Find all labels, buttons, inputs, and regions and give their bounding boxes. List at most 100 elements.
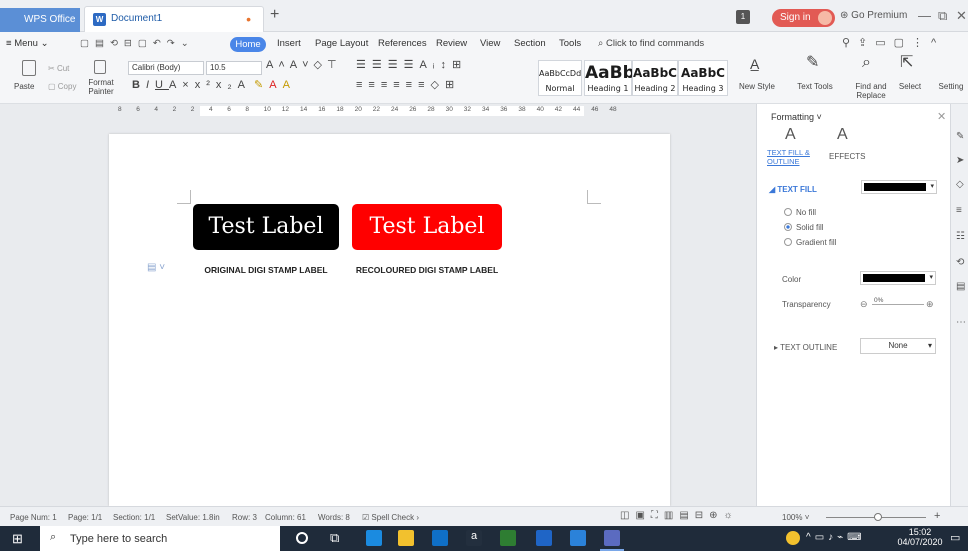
tab-insert[interactable]: Insert (277, 38, 301, 49)
find-replace-icon[interactable]: ⌕ (862, 55, 871, 71)
status-column[interactable]: Column: 61 (265, 513, 306, 522)
format-painter-button[interactable]: Format Painter (86, 78, 116, 96)
transparency-slider-track[interactable] (872, 304, 924, 305)
status-setvalue[interactable]: SetValue: 1.8in (166, 513, 220, 522)
status-row[interactable]: Row: 3 (232, 513, 257, 522)
pen-icon[interactable]: ✎ (956, 132, 966, 142)
tab-references[interactable]: References (378, 38, 427, 49)
settings-button[interactable]: Setting (934, 82, 968, 91)
tab-home[interactable]: Home (230, 37, 266, 52)
no-fill-radio[interactable]: No fill (784, 208, 816, 217)
tab-page-layout[interactable]: Page Layout (315, 38, 368, 49)
status-page-num[interactable]: Page Num: 1 (10, 513, 57, 522)
history-icon[interactable]: ⟲ (956, 258, 966, 268)
text-outline-section[interactable]: ▸ TEXT OUTLINE (774, 343, 837, 352)
cursor-icon[interactable]: ➤ (956, 156, 966, 166)
view-mode-icons[interactable]: ◫▣⛶▥▤⊟⊕☼ (620, 510, 739, 521)
list-icons[interactable]: ☰☰☰☰Aᵢ↕⊞ (356, 60, 467, 71)
paste-button[interactable]: Paste (14, 82, 34, 91)
copy-button[interactable]: ▢ Copy (48, 82, 76, 91)
formatting-icon[interactable]: ☷ (956, 232, 966, 242)
wps-office-tab[interactable]: WPS Office (0, 8, 80, 32)
help-icon[interactable] (786, 531, 800, 545)
store-icon[interactable] (432, 530, 448, 546)
shape-icon[interactable]: ◇ (956, 180, 966, 190)
cut-button[interactable]: ✂ Cut (48, 64, 69, 73)
mail-icon[interactable] (570, 530, 586, 546)
transparency-plus-icon[interactable]: ⊕ (926, 299, 934, 310)
gradient-fill-radio[interactable]: Gradient fill (784, 238, 836, 247)
recoloured-label-box[interactable]: Test Label (352, 204, 502, 250)
zoom-level[interactable]: 100% ˅ (782, 513, 809, 522)
document-page[interactable]: Test Label Test Label ▤ ˅ ORIGINAL DIGI … (109, 134, 670, 506)
status-words[interactable]: Words: 8 (318, 513, 350, 522)
new-style-icon[interactable]: A̲ (750, 57, 759, 71)
quick-access-icons[interactable]: ▢▤⟲⊟▢↶↷⌄ (80, 38, 195, 49)
minimize-icon[interactable]: — (918, 8, 931, 23)
edge-icon[interactable] (366, 530, 382, 546)
toolbar-right-icons[interactable]: ⚲⇪▭▢⋮^ (842, 36, 944, 49)
text-tools-icon[interactable]: ✎ (806, 55, 819, 71)
window-count-badge[interactable]: 1 (736, 10, 750, 24)
tab-section[interactable]: Section (514, 38, 546, 49)
panel-title[interactable]: Formatting ˅ (771, 112, 822, 122)
sign-in-button[interactable]: Sign in (772, 9, 835, 27)
highlight-color-icons[interactable]: ✎AA (254, 80, 296, 91)
document-panel-icon[interactable]: ▤ (956, 282, 966, 292)
close-icon[interactable]: ✕ (956, 8, 967, 24)
font-size-select[interactable]: 10.5 (206, 61, 262, 75)
zoom-slider-thumb[interactable] (874, 513, 882, 521)
align-icon[interactable]: ≡ (956, 206, 966, 216)
status-page[interactable]: Page: 1/1 (68, 513, 102, 522)
style-heading-3[interactable]: AaBbC Heading 3 (678, 60, 728, 96)
game-icon[interactable] (500, 530, 516, 546)
windows-start-icon[interactable]: ⊞ (12, 531, 23, 547)
notifications-icon[interactable]: ▭ (950, 531, 960, 544)
clock[interactable]: 15:02 04/07/2020 (896, 527, 944, 547)
font-grow-shrink-icons[interactable]: A˄A˅◇⊤ (266, 60, 342, 71)
system-tray-icons[interactable]: ^▭♪⌁⌨ (806, 532, 866, 543)
tab-text-fill-outline[interactable]: TEXT FILL & OUTLINE (767, 148, 817, 166)
color-select[interactable]: ▾ (860, 271, 936, 285)
amazon-icon[interactable]: a (466, 530, 482, 546)
find-replace-button[interactable]: Find and Replace (852, 82, 890, 100)
solid-fill-radio[interactable]: Solid fill (784, 223, 824, 232)
tab-tools[interactable]: Tools (559, 38, 581, 49)
spell-check-button[interactable]: ☑ Spell Check › (362, 513, 419, 522)
document-tab[interactable]: W Document1 • (84, 6, 264, 32)
status-section[interactable]: Section: 1/1 (113, 513, 155, 522)
select-button[interactable]: Select (894, 82, 926, 91)
more-icon[interactable]: ⋯ (956, 318, 966, 328)
main-menu-button[interactable]: ≡ Menu ⌄ (6, 38, 49, 49)
new-style-button[interactable]: New Style (734, 82, 780, 91)
alignment-icons[interactable]: ≡≡≡≡≡≡◇⊞ (356, 80, 460, 91)
panel-close-icon[interactable]: ✕ (937, 110, 946, 123)
tab-review[interactable]: Review (436, 38, 467, 49)
command-search[interactable]: ⌕ Click to find commands (598, 38, 704, 49)
select-icon[interactable]: ⇱ (900, 55, 913, 71)
app-icon[interactable] (536, 530, 552, 546)
tab-effects[interactable]: EFFECTS (829, 152, 865, 161)
transparency-minus-icon[interactable]: ⊖ (860, 299, 868, 310)
zoom-in-icon[interactable]: + (934, 510, 940, 522)
style-heading-1[interactable]: AaBb Heading 1 (584, 60, 635, 96)
outline-select[interactable]: None ▾ (860, 338, 936, 354)
fill-color-select[interactable]: ▾ (861, 180, 937, 194)
style-normal[interactable]: AaBbCcDd Normal (538, 60, 582, 96)
wps-taskbar-icon[interactable] (604, 530, 620, 546)
tab-view[interactable]: View (480, 38, 500, 49)
vertical-ruler[interactable] (0, 120, 22, 506)
go-premium-button[interactable]: ⊛ Go Premium (840, 10, 907, 21)
taskbar-search-box[interactable]: ⌕ Type here to search (40, 526, 280, 551)
task-view-icon[interactable]: ⧉ (330, 530, 339, 546)
original-label-box[interactable]: Test Label (193, 204, 339, 250)
paragraph-handle-icon[interactable]: ▤ ˅ (147, 262, 165, 273)
format-painter-icon[interactable] (94, 60, 106, 74)
font-name-select[interactable]: Calibri (Body) (128, 61, 204, 75)
cortana-icon[interactable] (296, 532, 308, 544)
new-tab-button[interactable]: + (270, 6, 279, 24)
font-style-icons[interactable]: BIUA×x²x₂A (132, 80, 251, 91)
style-heading-2[interactable]: AaBbC Heading 2 (632, 60, 678, 96)
paste-icon[interactable] (22, 60, 36, 76)
file-explorer-icon[interactable] (398, 530, 414, 546)
